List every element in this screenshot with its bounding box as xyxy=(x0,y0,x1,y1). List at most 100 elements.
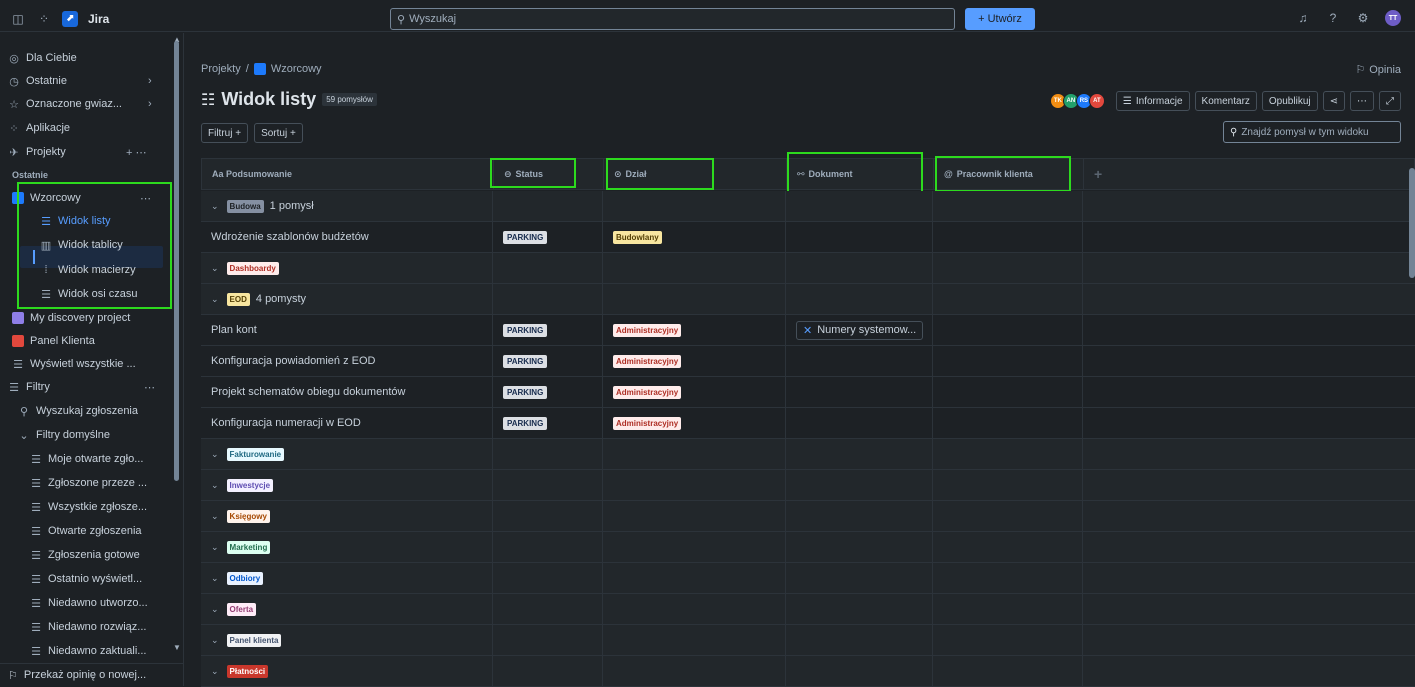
bell-icon[interactable]: ♫ xyxy=(1295,10,1311,26)
sidebar-filter-item[interactable]: ☰ Zgłoszenia gotowe xyxy=(30,544,140,566)
sidebar-item-recent[interactable]: ◷ Ostatnie › xyxy=(8,70,151,92)
expand-icon[interactable]: ⤢ xyxy=(1379,91,1401,111)
app-switcher-icon[interactable]: ⁘ xyxy=(36,11,52,27)
sidebar-project-discovery[interactable]: My discovery project xyxy=(12,307,130,329)
help-icon[interactable]: ? xyxy=(1325,10,1341,26)
comment-button[interactable]: Komentarz xyxy=(1194,91,1257,111)
breadcrumb-project[interactable]: Wzorcowy xyxy=(271,63,322,75)
more-icon[interactable]: ⋯ xyxy=(144,381,155,394)
sidebar-project-wzorcowy[interactable]: Wzorcowy ⋯ xyxy=(12,187,151,209)
col-doc[interactable]: ⚯ Dokument xyxy=(787,159,934,189)
search-input[interactable]: ⚲ Wyszukaj xyxy=(390,8,955,30)
sidebar-filter-item[interactable]: ☰ Moje otwarte zgło... xyxy=(30,448,143,470)
col-client[interactable]: @ Pracownik klienta xyxy=(934,159,1084,189)
sort-button[interactable]: Sortuj + xyxy=(254,123,303,143)
avatar-group[interactable]: TK AN RS AT xyxy=(1049,93,1105,109)
sidebar-filter-item[interactable]: ☰ Niedawno rozwiąz... xyxy=(30,616,146,638)
group-row[interactable]: ⌄ Marketing xyxy=(201,532,1415,563)
dept-tag[interactable]: Administracyjny xyxy=(613,385,682,399)
chevron-down-icon[interactable]: ⌄ xyxy=(211,263,219,274)
group-row[interactable]: ⌄ Dashboardy xyxy=(201,253,1415,284)
sidebar-filter-item[interactable]: ☰ Wszystkie zgłosze... xyxy=(30,496,147,518)
status-badge[interactable]: PARKING xyxy=(503,354,548,368)
add-column-button[interactable]: + xyxy=(1084,159,1414,189)
add-project-icon[interactable]: + ⋯ xyxy=(126,146,146,159)
sidebar-item-starred[interactable]: ☆ Oznaczone gwiaz... › xyxy=(8,93,152,115)
sidebar-show-all[interactable]: ☰ Wyświetl wszystkie ... xyxy=(12,353,136,375)
sidebar-view-timeline[interactable]: ☰ Widok osi czasu xyxy=(40,283,137,305)
dept-tag[interactable]: Administracyjny xyxy=(613,354,682,368)
sidebar-search-issues[interactable]: ⚲ Wyszukaj zgłoszenia xyxy=(18,400,138,422)
group-row[interactable]: ⌄ EOD 4 pomysty xyxy=(201,284,1415,315)
sidebar-filter-item[interactable]: ☰ Niedawno zaktuali... xyxy=(30,640,146,662)
group-row[interactable]: ⌄ Budowa 1 pomysł xyxy=(201,191,1415,222)
chevron-down-icon[interactable]: ⌄ xyxy=(211,666,219,677)
chevron-down-icon[interactable]: ⌄ xyxy=(211,635,219,646)
dept-tag[interactable]: Administracyjny xyxy=(613,323,682,337)
find-idea-input[interactable]: ⚲ Znajdź pomysł w tym widoku xyxy=(1223,121,1401,143)
table-row[interactable]: Konfiguracja powiadomień z EOD PARKING A… xyxy=(201,346,1415,377)
filter-button[interactable]: Filtruj + xyxy=(201,123,249,143)
col-dept[interactable]: ⊙ Dział xyxy=(604,159,787,189)
avatar[interactable]: AT xyxy=(1088,93,1105,109)
user-avatar[interactable]: TT xyxy=(1385,10,1401,26)
feedback-link[interactable]: ⚐ Przekaż opinię o nowej... xyxy=(0,663,184,686)
col-summary[interactable]: Aa Podsumowanie xyxy=(202,159,494,189)
group-row[interactable]: ⌄ Panel klienta xyxy=(201,625,1415,656)
chevron-down-icon[interactable]: ⌄ xyxy=(211,573,219,584)
sidebar-item-apps[interactable]: ⁘ Aplikacje xyxy=(8,117,70,139)
chevron-down-icon[interactable]: ⌄ xyxy=(211,542,219,553)
status-badge[interactable]: PARKING xyxy=(503,416,548,430)
col-status[interactable]: ⊖ Status xyxy=(494,159,604,189)
chevron-down-icon[interactable]: ⌄ xyxy=(211,604,219,615)
sidebar-view-board[interactable]: ▥ Widok tablicy xyxy=(40,234,123,256)
document-link[interactable]: ✕ Numery systemow... xyxy=(796,320,924,340)
scroll-down-arrow-icon[interactable]: ▼ xyxy=(173,643,181,652)
sidebar-scrollbar[interactable] xyxy=(174,41,179,481)
create-button[interactable]: + Utwórz xyxy=(965,8,1035,30)
dept-tag[interactable]: Budowlany xyxy=(613,230,662,244)
table-row[interactable]: Wdrożenie szablonów budżetów PARKING Bud… xyxy=(201,222,1415,253)
sidebar-filter-item[interactable]: ☰ Zgłoszone przeze ... xyxy=(30,472,147,494)
feedback-button[interactable]: ⚐ Opinia xyxy=(1355,63,1401,77)
jira-logo-icon[interactable]: ⬈ xyxy=(62,10,78,27)
table-scrollbar[interactable] xyxy=(1409,168,1415,278)
gear-icon[interactable]: ⚙ xyxy=(1355,10,1371,26)
more-button[interactable]: ⋯ xyxy=(1350,91,1374,111)
sidebar-item-filters[interactable]: ☰ Filtry ⋯ xyxy=(8,376,155,398)
info-button[interactable]: ☰ Informacje xyxy=(1115,91,1190,111)
group-row[interactable]: ⌄ Fakturowanie xyxy=(201,439,1415,470)
sidebar-default-filters[interactable]: ⌄ Filtry domyślne xyxy=(18,424,110,446)
sidebar-view-list[interactable]: ☰ Widok listy xyxy=(40,210,111,232)
group-row[interactable]: ⌄ Płatności xyxy=(201,656,1415,687)
table-row[interactable]: Konfiguracja numeracji w EOD PARKING Adm… xyxy=(201,408,1415,439)
chevron-down-icon[interactable]: ⌄ xyxy=(211,511,219,522)
chevron-down-icon[interactable]: ⌄ xyxy=(211,480,219,491)
table-row[interactable]: Plan kont PARKING Administracyjny ✕ Numer… xyxy=(201,315,1415,346)
dept-tag[interactable]: Administracyjny xyxy=(613,416,682,430)
sidebar-filter-item[interactable]: ☰ Otwarte zgłoszenia xyxy=(30,520,141,542)
status-badge[interactable]: PARKING xyxy=(503,323,548,337)
publish-button[interactable]: Opublikuj xyxy=(1261,91,1318,111)
more-icon[interactable]: ⋯ xyxy=(140,192,151,205)
group-row[interactable]: ⌄ Odbiory xyxy=(201,563,1415,594)
status-badge[interactable]: PARKING xyxy=(503,385,548,399)
sidebar-item-for-you[interactable]: ◎ Dla Ciebie xyxy=(8,47,77,69)
app-name[interactable]: Jira xyxy=(88,12,109,26)
status-badge[interactable]: PARKING xyxy=(503,230,548,244)
sidebar-project-panel[interactable]: Panel Klienta xyxy=(12,330,95,352)
group-row[interactable]: ⌄ Inwestycje xyxy=(201,470,1415,501)
group-row[interactable]: ⌄ Oferta xyxy=(201,594,1415,625)
sidebar-view-matrix[interactable]: ⁞ Widok macierzy xyxy=(40,259,135,281)
breadcrumb-projects[interactable]: Projekty xyxy=(201,63,241,75)
sidebar-toggle-icon[interactable]: ◫ xyxy=(10,11,26,27)
chevron-down-icon[interactable]: ⌄ xyxy=(211,294,219,305)
group-row[interactable]: ⌄ Księgowy xyxy=(201,501,1415,532)
sidebar-item-projects[interactable]: ✈ Projekty + ⋯ xyxy=(8,141,146,163)
chevron-down-icon[interactable]: ⌄ xyxy=(211,201,219,212)
sidebar-filter-item[interactable]: ☰ Niedawno utworzo... xyxy=(30,592,148,614)
table-row[interactable]: Projekt schematów obiegu dokumentów PARK… xyxy=(201,377,1415,408)
chevron-down-icon[interactable]: ⌄ xyxy=(211,449,219,460)
sidebar-filter-item[interactable]: ☰ Ostatnio wyświetl... xyxy=(30,568,142,590)
share-icon[interactable]: ⋖ xyxy=(1322,91,1345,111)
